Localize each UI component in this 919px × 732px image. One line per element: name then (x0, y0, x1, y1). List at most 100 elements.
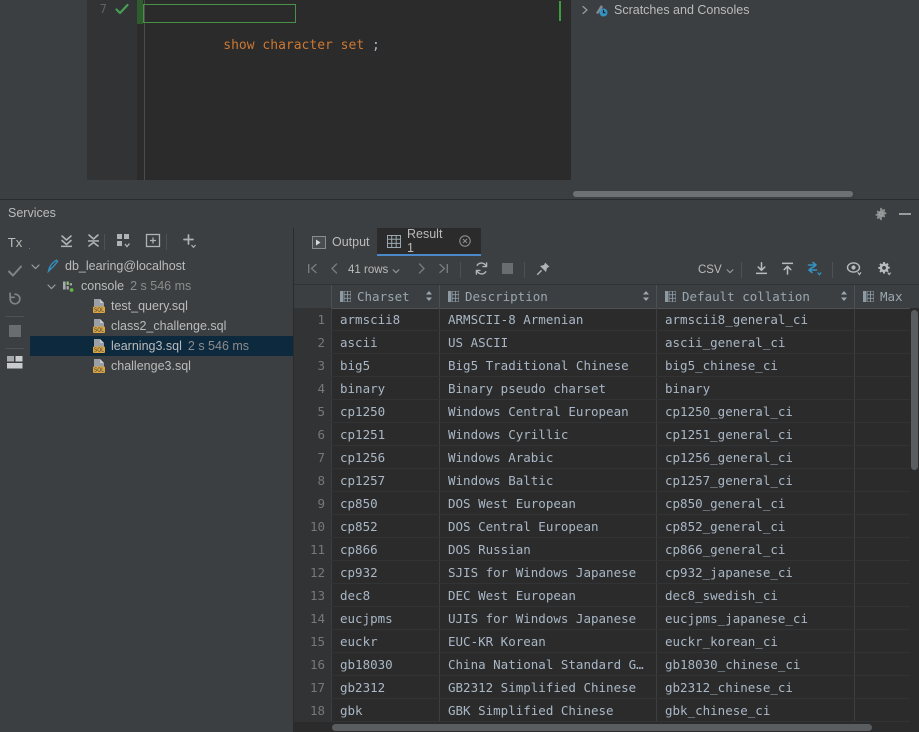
row-number[interactable]: 16 (294, 653, 332, 675)
table-row[interactable]: 5 cp1250 Windows Central European cp1250_ge… (294, 400, 919, 423)
add-frame-button[interactable] (141, 231, 165, 253)
export-button[interactable] (750, 260, 772, 280)
cell-charset[interactable]: cp850 (332, 492, 440, 514)
column-maxlen[interactable]: Max (855, 285, 919, 308)
minimize-icon[interactable] (899, 213, 911, 215)
row-number[interactable]: 4 (294, 377, 332, 399)
table-row[interactable]: 17 gb2312 GB2312 Simplified Chinese gb2312_… (294, 676, 919, 699)
sort-indicator-icon[interactable] (425, 290, 433, 302)
column-default-collation[interactable]: Default collation (657, 285, 855, 308)
cell-charset[interactable]: cp852 (332, 515, 440, 537)
cell-collation[interactable]: big5_chinese_ci (657, 354, 855, 376)
cell-collation[interactable]: binary (657, 377, 855, 399)
cell-description[interactable]: EUC-KR Korean (440, 630, 657, 652)
cell-description[interactable]: GB2312 Simplified Chinese (440, 676, 657, 698)
row-number[interactable]: 13 (294, 584, 332, 606)
project-tree-hscrollbar-thumb[interactable] (573, 191, 853, 197)
cell-collation[interactable]: cp1257_general_ci (657, 469, 855, 491)
cell-description[interactable]: UJIS for Windows Japanese (440, 607, 657, 629)
view-options-button[interactable] (842, 260, 866, 280)
row-number[interactable]: 7 (294, 446, 332, 468)
row-number[interactable]: 11 (294, 538, 332, 560)
connection-node[interactable]: db_learing@localhost (30, 256, 293, 276)
cell-charset[interactable]: cp1251 (332, 423, 440, 445)
pin-button[interactable] (532, 260, 554, 280)
table-row[interactable]: 18 gbk GBK Simplified Chinese gbk_chinese_c… (294, 699, 919, 722)
table-row[interactable]: 14 eucjpms UJIS for Windows Japanese eucjpm… (294, 607, 919, 630)
table-row[interactable]: 12 cp932 SJIS for Windows Japanese cp932_ja… (294, 561, 919, 584)
table-row[interactable]: 3 big5 Big5 Traditional Chinese big5_chines… (294, 354, 919, 377)
table-row[interactable]: 6 cp1251 Windows Cyrillic cp1251_general_ci (294, 423, 919, 446)
stop-button[interactable] (0, 318, 30, 346)
row-number[interactable]: 9 (294, 492, 332, 514)
editor-hscrollbar[interactable] (87, 188, 571, 199)
cell-collation[interactable]: cp1256_general_ci (657, 446, 855, 468)
row-number[interactable]: 10 (294, 515, 332, 537)
reload-button[interactable] (470, 260, 492, 280)
cell-collation[interactable]: cp932_japanese_ci (657, 561, 855, 583)
output-format-dropdown[interactable]: CSV (698, 260, 734, 280)
chevron-right-icon[interactable] (579, 4, 591, 16)
sql-file-node[interactable]: SQL learning3.sql 2 s 546 ms (30, 336, 293, 356)
cell-description[interactable]: Windows Central European (440, 400, 657, 422)
cell-collation[interactable]: cp866_general_ci (657, 538, 855, 560)
cell-charset[interactable]: cp1257 (332, 469, 440, 491)
cell-charset[interactable]: ascii (332, 331, 440, 353)
cell-description[interactable]: GBK Simplified Chinese (440, 699, 657, 721)
row-number[interactable]: 3 (294, 354, 332, 376)
tab-result-1[interactable]: Result 1 (377, 227, 481, 256)
last-page-button[interactable] (433, 260, 453, 280)
cell-charset[interactable]: eucjpms (332, 607, 440, 629)
cell-charset[interactable]: gbk (332, 699, 440, 721)
row-number[interactable]: 14 (294, 607, 332, 629)
chevron-down-icon[interactable] (30, 261, 41, 272)
row-number[interactable]: 6 (294, 423, 332, 445)
tree-item-scratches[interactable]: Scratches and Consoles (579, 0, 750, 20)
expand-all-button[interactable] (54, 231, 78, 253)
table-row[interactable]: 13 dec8 DEC West European dec8_swedish_ci (294, 584, 919, 607)
tx-dropdown-button[interactable]: Tx (0, 228, 36, 256)
rollback-button[interactable] (0, 286, 30, 314)
cell-charset[interactable]: gb2312 (332, 676, 440, 698)
table-row[interactable]: 1 armscii8 ARMSCII-8 Armenian armscii8_gene… (294, 308, 919, 331)
cell-collation[interactable]: euckr_korean_ci (657, 630, 855, 652)
transpose-button[interactable] (802, 260, 826, 280)
column-charset[interactable]: Charset (332, 285, 440, 308)
cell-description[interactable]: Windows Baltic (440, 469, 657, 491)
import-button[interactable] (776, 260, 798, 280)
group-by-button[interactable] (112, 231, 136, 253)
commit-button[interactable] (0, 258, 30, 286)
editor-code-area[interactable]: show character set ; (143, 0, 571, 180)
cell-charset[interactable]: cp1250 (332, 400, 440, 422)
cell-description[interactable]: Big5 Traditional Chinese (440, 354, 657, 376)
row-number[interactable]: 15 (294, 630, 332, 652)
collapse-all-button[interactable] (81, 231, 105, 253)
sql-file-node[interactable]: SQL challenge3.sql (30, 356, 293, 376)
cell-description[interactable]: DEC West European (440, 584, 657, 606)
cell-collation[interactable]: cp1250_general_ci (657, 400, 855, 422)
cell-description[interactable]: China National Standard G… (440, 653, 657, 675)
chevron-down-icon[interactable] (46, 281, 57, 292)
cell-description[interactable]: DOS Central European (440, 515, 657, 537)
cell-description[interactable]: Windows Cyrillic (440, 423, 657, 445)
grid-settings-button[interactable] (872, 260, 896, 280)
cell-charset[interactable]: euckr (332, 630, 440, 652)
cell-collation[interactable]: cp850_general_ci (657, 492, 855, 514)
cell-charset[interactable]: dec8 (332, 584, 440, 606)
result-grid[interactable]: Charset Description Default collation Max 1… (294, 285, 919, 732)
cell-description[interactable]: Binary pseudo charset (440, 377, 657, 399)
cell-charset[interactable]: cp1256 (332, 446, 440, 468)
table-row[interactable]: 9 cp850 DOS West European cp850_general_ci (294, 492, 919, 515)
cell-description[interactable]: Windows Arabic (440, 446, 657, 468)
cell-collation[interactable]: ascii_general_ci (657, 331, 855, 353)
prev-page-button[interactable] (324, 260, 344, 280)
cell-charset[interactable]: big5 (332, 354, 440, 376)
cell-charset[interactable]: cp932 (332, 561, 440, 583)
console-node[interactable]: console 2 s 546 ms (30, 276, 293, 296)
next-page-button[interactable] (411, 260, 431, 280)
table-row[interactable]: 11 cp866 DOS Russian cp866_general_ci (294, 538, 919, 561)
cell-description[interactable]: ARMSCII-8 Armenian (440, 308, 657, 330)
services-tree[interactable]: db_learing@localhost console 2 s 546 ms SQL… (30, 256, 293, 732)
cell-collation[interactable]: armscii8_general_ci (657, 308, 855, 330)
tab-output[interactable]: Output (302, 228, 377, 256)
